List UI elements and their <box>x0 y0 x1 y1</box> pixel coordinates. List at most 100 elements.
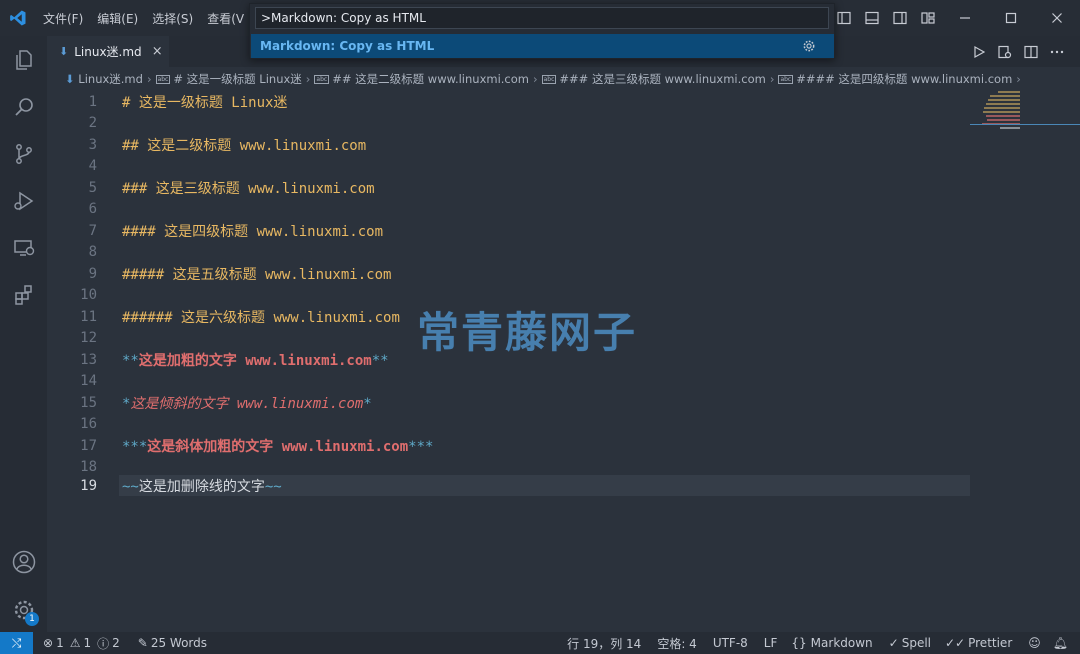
line-number: 1 <box>88 93 97 110</box>
eol-status[interactable]: LF <box>758 636 784 650</box>
info-count: 2 <box>112 636 120 650</box>
status-bar: ⤭ ⊗ 1 ⚠ 1 ⓘ 2 ✎ 25 Words 行 19，列 14 空格: 4 UTF… <box>0 632 1080 654</box>
code-line[interactable]: 3 ## 这是二级标题 www.linuxmi.com <box>47 134 1080 156</box>
code-line[interactable]: 2 <box>47 113 1080 135</box>
feedback-icon[interactable]: ☺ <box>1022 636 1047 650</box>
prettier-status[interactable]: ✓✓ Prettier <box>939 636 1018 650</box>
error-count: 1 <box>56 636 64 650</box>
code-line[interactable]: 5 ### 这是三级标题 www.linuxmi.com <box>47 177 1080 199</box>
scroll-position-marker <box>970 124 1080 125</box>
line-number: 7 <box>88 222 97 239</box>
line-number: 10 <box>80 287 97 304</box>
breadcrumb-heading-4[interactable]: abc #### 这是四级标题 www.linuxmi.com <box>778 71 1012 87</box>
code-line[interactable]: 6 <box>47 199 1080 221</box>
heading-text: 这是一级标题 Linux迷 <box>138 94 288 111</box>
source-control-icon[interactable] <box>0 130 47 177</box>
code-line-current[interactable]: 19 ~~这是加删除线的文字~~ <box>47 475 1080 497</box>
update-badge: 1 <box>25 612 39 626</box>
code-line[interactable]: 1 # 这是一级标题 Linux迷 <box>47 91 1080 113</box>
menu-view[interactable]: 查看(V <box>200 10 251 27</box>
watermark-text: 常青藤网子 <box>417 308 638 357</box>
heading-marker: ### <box>122 180 156 197</box>
code-line[interactable]: 9 ##### 这是五级标题 www.linuxmi.com <box>47 263 1080 285</box>
code-line[interactable]: 16 <box>47 414 1080 436</box>
menu-selection[interactable]: 选择(S) <box>145 10 200 27</box>
encoding-status[interactable]: UTF-8 <box>707 636 754 650</box>
explorer-icon[interactable] <box>0 36 47 83</box>
minimap-line <box>984 107 1020 109</box>
line-content: # 这是一级标题 Linux迷 <box>122 92 287 112</box>
code-line[interactable]: 7 #### 这是四级标题 www.linuxmi.com <box>47 220 1080 242</box>
customize-layout-icon[interactable] <box>917 0 939 36</box>
line-number: 19 <box>80 477 97 494</box>
run-icon[interactable] <box>966 36 992 67</box>
editor-area[interactable]: 1 # 这是一级标题 Linux迷 2 3 ## 这是二级标题 www.linu… <box>47 91 1080 632</box>
close-window-button[interactable] <box>1034 0 1080 36</box>
language-label: Markdown <box>810 636 873 650</box>
code-line[interactable]: 4 <box>47 156 1080 178</box>
breadcrumb-chevron-icon: › <box>146 72 152 86</box>
word-count: 25 Words <box>150 636 208 650</box>
line-number: 6 <box>88 201 97 218</box>
open-preview-icon[interactable] <box>992 36 1018 67</box>
notifications-bell-icon[interactable]: 🔔︎ <box>1047 636 1074 650</box>
minimap-line <box>983 111 1020 113</box>
extensions-icon[interactable] <box>0 271 47 318</box>
breadcrumb-file[interactable]: ⬇ Linux迷.md <box>65 71 143 87</box>
markdown-file-icon: ⬇ <box>65 72 79 86</box>
line-content: *这是倾斜的文字 www.linuxmi.com* <box>122 393 372 413</box>
code-line[interactable]: 15 *这是倾斜的文字 www.linuxmi.com* <box>47 392 1080 414</box>
spell-status[interactable]: ✓ Spell <box>883 636 937 650</box>
breadcrumb-heading-2[interactable]: abc ## 这是二级标题 www.linuxmi.com <box>314 71 529 87</box>
language-mode[interactable]: {} Markdown <box>785 636 878 650</box>
configure-keybinding-gear-icon[interactable] <box>802 39 816 56</box>
line-number: 8 <box>88 244 97 261</box>
warning-icon: ⚠ <box>69 636 81 650</box>
minimap-line <box>988 99 1020 101</box>
run-debug-icon[interactable] <box>0 177 47 224</box>
italic-marker: * <box>363 395 372 412</box>
word-count-status[interactable]: ✎ 25 Words <box>132 636 213 650</box>
split-editor-icon[interactable] <box>1018 36 1044 67</box>
accounts-icon[interactable] <box>0 538 47 585</box>
bold-marker: ** <box>371 352 389 369</box>
activity-bar <box>0 36 47 632</box>
minimize-button[interactable] <box>942 0 988 36</box>
minimap-line <box>986 103 1020 105</box>
breadcrumb-heading-1-label: # 这是一级标题 Linux迷 <box>173 72 302 86</box>
cursor-position[interactable]: 行 19，列 14 <box>561 635 647 652</box>
pen-icon: ✎ <box>137 636 148 650</box>
tab-linux-md[interactable]: ⬇ Linux迷.md × <box>47 36 169 67</box>
string-symbol-icon: abc <box>314 75 330 84</box>
close-tab-icon[interactable]: × <box>152 44 163 59</box>
line-number: 12 <box>80 330 97 347</box>
heading-text: 这是五级标题 www.linuxmi.com <box>172 266 392 283</box>
breadcrumb-heading-3[interactable]: abc ### 这是三级标题 www.linuxmi.com <box>541 71 766 87</box>
heading-marker: # <box>122 94 139 111</box>
code-line[interactable]: 17 ***这是斜体加粗的文字 www.linuxmi.com*** <box>47 435 1080 457</box>
toggle-panel-icon[interactable] <box>861 0 883 36</box>
remote-explorer-icon[interactable] <box>0 224 47 271</box>
menu-file[interactable]: 文件(F) <box>36 10 90 27</box>
command-palette-result[interactable]: Markdown: Copy as HTML <box>251 34 834 58</box>
manage-gear-icon[interactable] <box>0 586 47 633</box>
minimap[interactable] <box>970 91 1080 632</box>
breadcrumb-heading-2-label: ## 这是二级标题 www.linuxmi.com <box>332 72 529 86</box>
command-palette-input[interactable]: >Markdown: Copy as HTML <box>255 7 829 29</box>
code-line[interactable]: 8 <box>47 242 1080 264</box>
indentation-status[interactable]: 空格: 4 <box>651 635 703 652</box>
toggle-secondary-sidebar-icon[interactable] <box>889 0 911 36</box>
more-actions-icon[interactable] <box>1044 36 1070 67</box>
double-check-icon: ✓✓ <box>945 636 966 650</box>
code-line[interactable]: 14 <box>47 371 1080 393</box>
breadcrumb-heading-1[interactable]: abc # 这是一级标题 Linux迷 <box>155 71 302 87</box>
toggle-primary-sidebar-icon[interactable] <box>833 0 855 36</box>
breadcrumb-chevron-icon: › <box>769 72 775 86</box>
strikethrough-text: 这是加删除线的文字 <box>138 478 265 495</box>
problems-status[interactable]: ⊗ 1 ⚠ 1 ⓘ 2 <box>37 635 126 652</box>
search-icon[interactable] <box>0 83 47 130</box>
menu-edit[interactable]: 编辑(E) <box>90 10 145 27</box>
remote-indicator-icon[interactable]: ⤭ <box>0 632 33 654</box>
line-content: ## 这是二级标题 www.linuxmi.com <box>122 135 366 155</box>
maximize-button[interactable] <box>988 0 1034 36</box>
